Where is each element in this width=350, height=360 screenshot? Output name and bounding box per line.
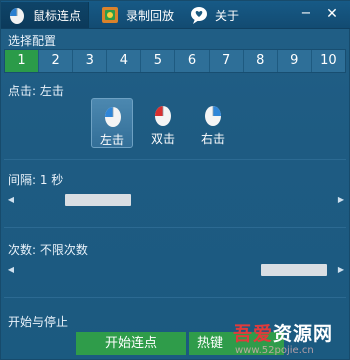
app-window: 鼠标连点 录制回放 关于 − ✕ 选择配置 1 2 3 4 5 6 7 8 9 … [0,0,350,360]
count-label: 次数: 不限次数 [8,243,88,257]
click-right-option[interactable]: 右击 [192,98,234,148]
close-button[interactable]: ✕ [323,5,341,23]
config-option-9[interactable]: 9 [278,50,312,72]
scroll-left-arrow-icon[interactable]: ◀ [7,263,15,277]
config-option-4[interactable]: 4 [107,50,142,72]
section-divider [4,159,346,160]
count-slider-thumb[interactable] [261,264,327,276]
config-option-2[interactable]: 2 [39,50,74,72]
mouse-right-button-icon [204,103,222,127]
count-slider[interactable]: ◀ ▶ [7,263,345,277]
click-option-label: 双击 [150,132,175,146]
tab-mouse-click[interactable]: 鼠标连点 [1,2,89,28]
click-option-label: 左击 [99,133,124,147]
mouse-double-click-icon [154,103,172,127]
speech-bubble-heart-icon [189,5,209,25]
click-left-option[interactable]: 左击 [91,98,133,148]
start-button[interactable]: 开始连点 [76,332,186,355]
section-divider [4,297,346,298]
config-label: 选择配置 [8,34,57,48]
click-type-label: 点击: 左击 [8,84,64,98]
interval-slider[interactable]: ◀ ▶ [7,193,345,207]
tab-record-playback[interactable]: 录制回放 [94,2,180,28]
tab-label: 录制回放 [126,8,175,23]
section-divider [4,227,346,228]
minimize-button[interactable]: − [297,5,315,23]
config-selector: 1 2 3 4 5 6 7 8 9 10 [4,49,346,73]
config-option-5[interactable]: 5 [141,50,176,72]
hotkey-button[interactable]: 热键 [189,332,284,355]
config-option-7[interactable]: 7 [210,50,244,72]
tab-bar: 鼠标连点 录制回放 关于 − ✕ [1,1,350,29]
start-stop-label: 开始与停止 [8,315,69,329]
mouse-left-button-icon [104,104,122,128]
tab-label: 鼠标连点 [33,8,82,23]
config-option-3[interactable]: 3 [73,50,108,72]
tab-about[interactable]: 关于 [183,2,245,28]
scroll-right-arrow-icon[interactable]: ▶ [337,263,345,277]
interval-slider-thumb[interactable] [65,194,131,206]
config-option-8[interactable]: 8 [244,50,278,72]
config-option-6[interactable]: 6 [175,50,210,72]
config-option-10[interactable]: 10 [312,50,345,72]
scroll-right-arrow-icon[interactable]: ▶ [337,193,345,207]
interval-label: 间隔: 1 秒 [8,173,64,187]
click-double-option[interactable]: 双击 [142,98,184,148]
config-option-1[interactable]: 1 [5,50,40,72]
scroll-left-arrow-icon[interactable]: ◀ [7,193,15,207]
click-option-label: 右击 [200,132,225,146]
tab-label: 关于 [215,8,240,23]
mouse-logo-icon [7,5,27,25]
record-playback-icon [100,5,120,25]
